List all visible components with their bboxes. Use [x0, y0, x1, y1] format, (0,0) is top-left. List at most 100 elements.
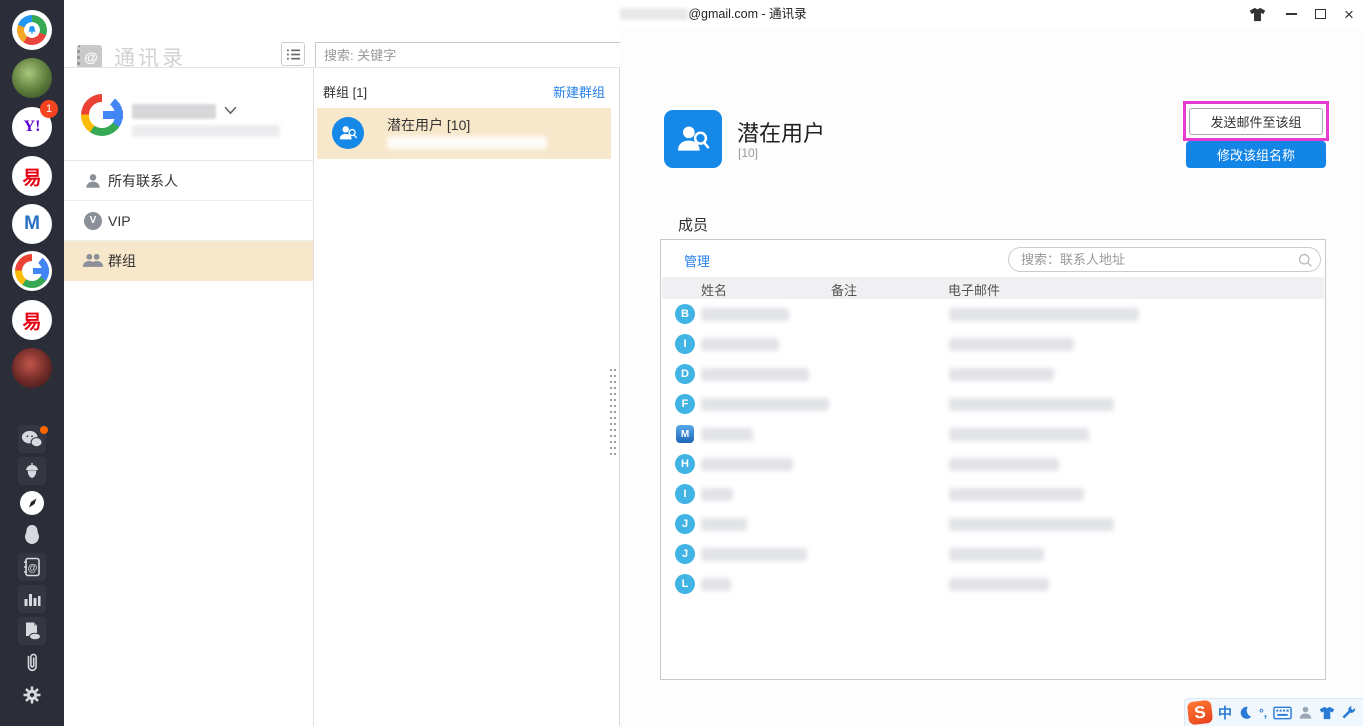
- table-row[interactable]: J: [662, 509, 1324, 539]
- sidebar-item-groups[interactable]: 群组: [64, 241, 313, 281]
- mailmaster-ring-icon: [17, 15, 47, 45]
- group-icon: [82, 252, 104, 269]
- member-avatar: F: [675, 394, 695, 414]
- acorn-icon[interactable]: [18, 457, 46, 485]
- person-icon: [82, 172, 104, 190]
- table-row[interactable]: I: [662, 479, 1324, 509]
- redacted-member-email: [949, 368, 1054, 381]
- redacted-member-name: [701, 368, 809, 381]
- ime-fullwidth-moon-icon[interactable]: [1238, 705, 1253, 720]
- mailmaster-avatar-icon: M: [676, 425, 694, 443]
- ime-lang-mode-icon[interactable]: 中: [1218, 703, 1232, 723]
- group-member-count: [10]: [738, 146, 758, 160]
- vip-icon: V: [82, 212, 104, 230]
- table-row[interactable]: M: [662, 419, 1324, 449]
- netease-account-icon[interactable]: 易: [12, 156, 52, 196]
- table-row[interactable]: I: [662, 329, 1324, 359]
- group-search-icon: [664, 110, 722, 168]
- redacted-member-name: [701, 578, 731, 591]
- ime-punctuation-icon[interactable]: °,: [1259, 706, 1267, 720]
- sogou-logo-icon[interactable]: S: [1187, 700, 1213, 725]
- member-avatar: B: [675, 304, 695, 324]
- table-row[interactable]: J: [662, 539, 1324, 569]
- group-name: 潜在用户 [10]: [387, 115, 470, 135]
- member-avatar: H: [675, 454, 695, 474]
- netease-logo: 易: [22, 307, 41, 334]
- group-title: 潜在用户: [737, 116, 825, 148]
- document-cloud-icon[interactable]: [18, 617, 46, 645]
- qq-penguin-icon[interactable]: [18, 521, 46, 549]
- member-search-box[interactable]: [1008, 247, 1321, 272]
- ime-keyboard-icon[interactable]: [1273, 706, 1292, 720]
- member-avatar: J: [675, 544, 695, 564]
- stats-chart-icon[interactable]: [18, 585, 46, 613]
- settings-gear-icon[interactable]: [18, 681, 46, 709]
- redacted-group-members-preview: [387, 136, 547, 149]
- members-table-card: 管理 姓名 备注 电子邮件 BIDFMHIJJL: [660, 239, 1326, 680]
- maximize-button[interactable]: [1310, 0, 1330, 28]
- account-avatar-berries[interactable]: [12, 348, 52, 388]
- sidebar-item-all-contacts[interactable]: 所有联系人: [64, 161, 313, 201]
- table-row[interactable]: L: [662, 569, 1324, 599]
- redacted-member-email: [949, 578, 1049, 591]
- sidebar-item-label: 群组: [108, 251, 136, 271]
- table-row[interactable]: D: [662, 359, 1324, 389]
- google-account-icon[interactable]: [12, 251, 52, 291]
- member-search-input[interactable]: [1021, 249, 1291, 270]
- netease-logo: 易: [22, 163, 41, 190]
- members-heading: 成员: [678, 214, 708, 235]
- table-row[interactable]: H: [662, 449, 1324, 479]
- list-view-button[interactable]: [281, 42, 305, 66]
- mail-m-account-icon[interactable]: M: [12, 204, 52, 244]
- send-mail-to-group-button[interactable]: 发送邮件至该组: [1189, 108, 1323, 135]
- rename-group-button[interactable]: 修改该组名称: [1186, 141, 1326, 168]
- member-avatar: J: [675, 514, 695, 534]
- browser-compass-icon[interactable]: [18, 489, 46, 517]
- ime-skin-tshirt-icon[interactable]: [1319, 706, 1335, 720]
- account-avatar-plant[interactable]: [12, 58, 52, 98]
- attachment-paperclip-icon[interactable]: [18, 649, 46, 677]
- ime-toolbar: S 中 °,: [1184, 698, 1363, 726]
- sidebar: Y! 1 易 M 易 @: [0, 0, 64, 726]
- new-group-link[interactable]: 新建群组: [553, 82, 605, 101]
- minimize-button[interactable]: [1281, 0, 1301, 28]
- group-search-icon: [332, 117, 364, 149]
- sidebar-item-label: 所有联系人: [108, 171, 178, 191]
- manage-link[interactable]: 管理: [684, 251, 710, 270]
- ime-wrench-icon[interactable]: [1341, 705, 1356, 720]
- contacts-book-icon[interactable]: @: [18, 553, 46, 581]
- redacted-member-name: [701, 338, 779, 351]
- panel-resize-handle[interactable]: [609, 367, 617, 455]
- wechat-notification-dot: [40, 426, 48, 434]
- redacted-account-name: [132, 104, 216, 119]
- redacted-member-name: [701, 428, 753, 441]
- window-title: @gmail.com - 通讯录: [64, 0, 1363, 28]
- member-avatar: I: [675, 484, 695, 504]
- member-avatar: L: [675, 574, 695, 594]
- unread-badge: 1: [40, 100, 58, 118]
- account-selector[interactable]: [64, 68, 313, 161]
- close-button[interactable]: ×: [1339, 0, 1359, 28]
- skin-tshirt-icon[interactable]: [1247, 0, 1267, 28]
- contacts-nav-panel: 所有联系人 V VIP 群组: [64, 68, 314, 726]
- mailmaster-logo-icon[interactable]: [12, 10, 52, 50]
- netease-account2-icon[interactable]: 易: [12, 300, 52, 340]
- sidebar-item-vip[interactable]: V VIP: [64, 201, 313, 241]
- table-row[interactable]: F: [662, 389, 1324, 419]
- titlebar: @gmail.com - 通讯录 ×: [64, 0, 1363, 28]
- search-icon: [1297, 252, 1314, 274]
- addressbook-icon: @: [77, 45, 102, 70]
- member-avatar: I: [675, 334, 695, 354]
- member-rows: BIDFMHIJJL: [662, 299, 1324, 599]
- group-list-item[interactable]: 潜在用户 [10]: [317, 108, 611, 159]
- ime-profile-icon[interactable]: [1298, 705, 1313, 720]
- app-window: Y! 1 易 M 易 @: [0, 0, 1363, 726]
- yahoo-logo: Y!: [24, 118, 41, 136]
- redacted-member-email: [949, 458, 1059, 471]
- table-header-row: 姓名 备注 电子邮件: [662, 277, 1324, 299]
- redacted-member-email: [949, 308, 1139, 321]
- group-count-header: 群组 [1]: [323, 82, 367, 101]
- member-avatar: D: [675, 364, 695, 384]
- chevron-down-icon[interactable]: [224, 106, 237, 115]
- table-row[interactable]: B: [662, 299, 1324, 329]
